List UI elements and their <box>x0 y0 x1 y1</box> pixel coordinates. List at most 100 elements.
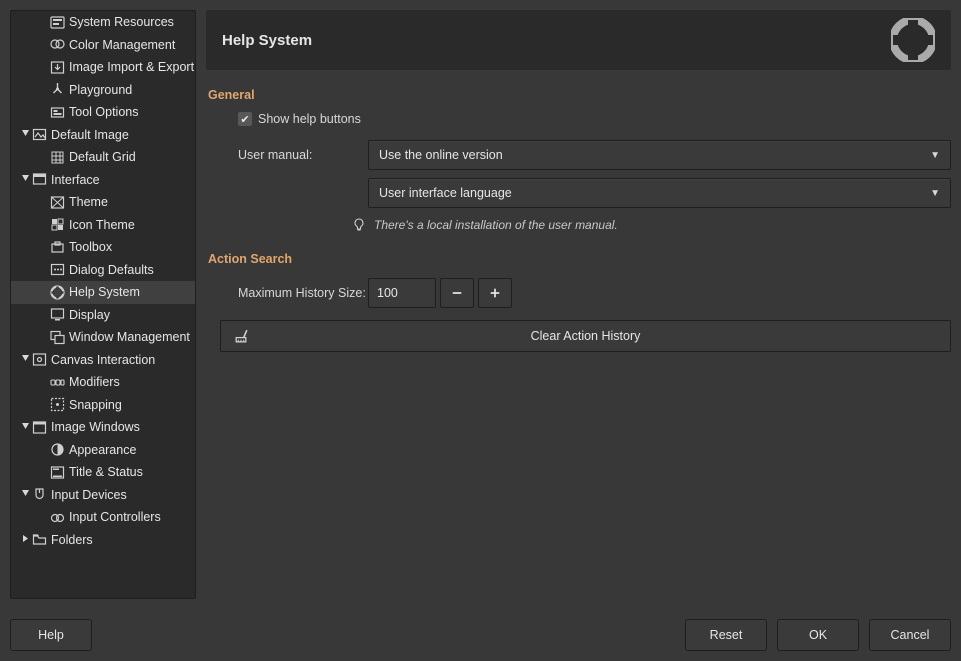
title-icon <box>49 464 65 480</box>
sidebar-item-label: Default Grid <box>69 150 136 164</box>
playground-icon <box>49 82 65 98</box>
sidebar-item-window-management[interactable]: Window Management <box>11 326 195 349</box>
cancel-button[interactable]: Cancel <box>869 619 951 651</box>
sidebar-item-input-controllers[interactable]: Input Controllers <box>11 506 195 529</box>
sidebar-item-toolbox[interactable]: Toolbox <box>11 236 195 259</box>
sidebar-item-label: Color Management <box>69 38 175 52</box>
sidebar-item-color-management[interactable]: Color Management <box>11 34 195 57</box>
clear-action-history-label: Clear Action History <box>531 329 641 343</box>
sidebar-item-label: Theme <box>69 195 108 209</box>
sidebar-item-default-grid[interactable]: Default Grid <box>11 146 195 169</box>
sidebar-item-icon-theme[interactable]: Icon Theme <box>11 214 195 237</box>
increment-button[interactable] <box>478 278 512 308</box>
help-ring-icon <box>891 18 935 62</box>
display-icon <box>49 307 65 323</box>
ui-language-dropdown[interactable]: User interface language ▼ <box>368 178 951 208</box>
input-icon <box>31 487 47 503</box>
grid-icon <box>49 149 65 165</box>
expander-open-icon[interactable] <box>19 354 31 365</box>
sidebar-item-image-windows[interactable]: Image Windows <box>11 416 195 439</box>
expander-closed-icon[interactable] <box>19 534 31 545</box>
help-icon <box>49 284 65 300</box>
sidebar-item-default-image[interactable]: Default Image <box>11 124 195 147</box>
sidebar-item-label: Title & Status <box>69 465 143 479</box>
dialog-icon <box>49 262 65 278</box>
sidebar-item-label: Snapping <box>69 398 122 412</box>
user-manual-value: Use the online version <box>379 148 503 162</box>
window-icon <box>49 329 65 345</box>
sidebar-item-label: Display <box>69 308 110 322</box>
interface-icon <box>31 172 47 188</box>
max-history-input[interactable]: 100 <box>368 278 436 308</box>
expander-open-icon[interactable] <box>19 489 31 500</box>
sidebar-item-canvas-interaction[interactable]: Canvas Interaction <box>11 349 195 372</box>
chevron-down-icon: ▼ <box>930 188 940 199</box>
image-icon <box>31 127 47 143</box>
expander-open-icon[interactable] <box>19 129 31 140</box>
sidebar-item-label: Folders <box>51 533 93 547</box>
sidebar-item-label: Interface <box>51 173 100 187</box>
sidebar-item-label: Canvas Interaction <box>51 353 155 367</box>
section-heading-general: General <box>206 88 951 102</box>
sidebar-item-label: Input Devices <box>51 488 127 502</box>
sidebar-item-appearance[interactable]: Appearance <box>11 439 195 462</box>
hint-text: There's a local installation of the user… <box>374 218 618 232</box>
sidebar-item-modifiers[interactable]: Modifiers <box>11 371 195 394</box>
appearance-icon <box>49 442 65 458</box>
sidebar-item-help-system[interactable]: Help System <box>11 281 195 304</box>
sidebar-item-system-resources[interactable]: System Resources <box>11 11 195 34</box>
reset-button[interactable]: Reset <box>685 619 767 651</box>
checkbox-mark-icon: ✔ <box>238 112 252 126</box>
import-icon <box>49 59 65 75</box>
expander-open-icon[interactable] <box>19 422 31 433</box>
resources-icon <box>49 14 65 30</box>
sidebar-item-input-devices[interactable]: Input Devices <box>11 484 195 507</box>
sidebar-item-label: Playground <box>69 83 132 97</box>
lightbulb-icon <box>352 218 366 232</box>
sidebar-item-image-import-export[interactable]: Image Import & Export <box>11 56 195 79</box>
show-help-buttons-label: Show help buttons <box>258 112 361 126</box>
clear-icon <box>233 328 249 344</box>
sidebar-item-snapping[interactable]: Snapping <box>11 394 195 417</box>
preferences-tree[interactable]: System Resources Color Management Image Im… <box>10 10 196 599</box>
sidebar-item-label: Image Windows <box>51 420 140 434</box>
sidebar-item-theme[interactable]: Theme <box>11 191 195 214</box>
sidebar-item-label: Default Image <box>51 128 129 142</box>
chevron-down-icon: ▼ <box>930 150 940 161</box>
sidebar-item-interface[interactable]: Interface <box>11 169 195 192</box>
sidebar-item-display[interactable]: Display <box>11 304 195 327</box>
sidebar-item-folders[interactable]: Folders <box>11 529 195 552</box>
help-button[interactable]: Help <box>10 619 92 651</box>
imgwin-icon <box>31 419 47 435</box>
theme-icon <box>49 194 65 210</box>
dialog-footer: Help Reset OK Cancel <box>0 609 961 661</box>
sidebar-item-label: Toolbox <box>69 240 112 254</box>
folders-icon <box>31 532 47 548</box>
sidebar-item-tool-options[interactable]: Tool Options <box>11 101 195 124</box>
sidebar-item-label: Window Management <box>69 330 190 344</box>
sidebar-item-title-status[interactable]: Title & Status <box>11 461 195 484</box>
icontheme-icon <box>49 217 65 233</box>
sidebar-item-label: Modifiers <box>69 375 120 389</box>
section-heading-action-search: Action Search <box>206 252 951 266</box>
show-help-buttons-checkbox[interactable]: ✔ Show help buttons <box>220 106 951 132</box>
sidebar-item-label: Icon Theme <box>69 218 135 232</box>
ok-button[interactable]: OK <box>777 619 859 651</box>
sidebar-item-playground[interactable]: Playground <box>11 79 195 102</box>
user-manual-dropdown[interactable]: Use the online version ▼ <box>368 140 951 170</box>
sidebar-item-dialog-defaults[interactable]: Dialog Defaults <box>11 259 195 282</box>
content-pane: Help System General ✔ Show help buttons … <box>206 10 951 599</box>
user-manual-label: User manual: <box>220 148 368 162</box>
clear-action-history-button[interactable]: Clear Action History <box>220 320 951 352</box>
sidebar-item-label: Dialog Defaults <box>69 263 154 277</box>
controllers-icon <box>49 509 65 525</box>
expander-open-icon[interactable] <box>19 174 31 185</box>
sidebar-item-label: Help System <box>69 285 140 299</box>
sidebar-item-label: Tool Options <box>69 105 138 119</box>
decrement-button[interactable] <box>440 278 474 308</box>
ui-language-value: User interface language <box>379 186 512 200</box>
sidebar-item-label: System Resources <box>69 15 174 29</box>
sidebar-item-label: Image Import & Export <box>69 60 194 74</box>
tooloptions-icon <box>49 104 65 120</box>
snapping-icon <box>49 397 65 413</box>
